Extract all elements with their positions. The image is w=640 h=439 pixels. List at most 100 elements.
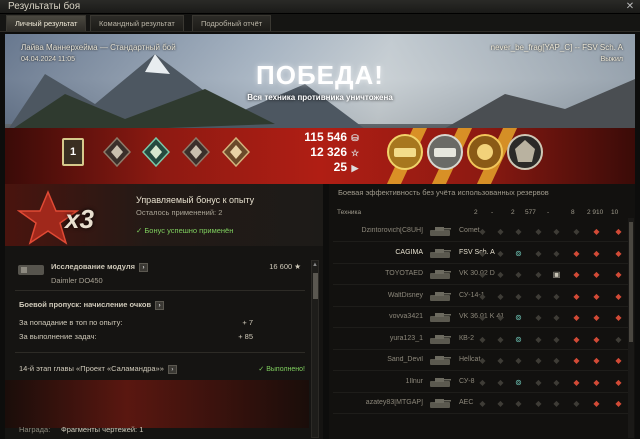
- empty-stat-icon[interactable]: ◆: [533, 355, 544, 366]
- col-header[interactable]: 8: [571, 209, 575, 216]
- award-gold-icon[interactable]: [464, 131, 506, 173]
- damage-icon[interactable]: ◆: [613, 312, 624, 323]
- empty-stat-icon[interactable]: ◆: [477, 355, 488, 366]
- damage-icon[interactable]: ◆: [591, 291, 602, 302]
- spot-icon[interactable]: ▣: [551, 269, 562, 280]
- col-header[interactable]: 2 910: [587, 209, 603, 216]
- damage-icon[interactable]: ◆: [591, 398, 602, 409]
- scroll-thumb[interactable]: [629, 222, 633, 342]
- col-header[interactable]: -: [547, 209, 549, 216]
- details-scrollbar[interactable]: ▲: [311, 260, 319, 438]
- damage-icon[interactable]: ◆: [613, 398, 624, 409]
- tab-detailed-report[interactable]: Подробный отчёт: [192, 15, 272, 31]
- empty-stat-icon[interactable]: ◆: [495, 377, 506, 388]
- empty-stat-icon[interactable]: ◆: [477, 398, 488, 409]
- empty-stat-icon[interactable]: ◆: [571, 398, 582, 409]
- damage-icon[interactable]: ◆: [571, 377, 582, 388]
- empty-stat-icon[interactable]: ◆: [477, 291, 488, 302]
- table-row[interactable]: TOYOTAED VK 30.02 D ◆ ◆ ◆ ◆ ▣ ◆ ◆ ◆: [333, 264, 629, 285]
- assist-icon[interactable]: ⊚: [513, 312, 524, 323]
- empty-stat-icon[interactable]: ◆: [533, 226, 544, 237]
- assist-icon[interactable]: ⊚: [513, 377, 524, 388]
- table-row[interactable]: CAGIMA FSV Sch. A ◆ ◆ ⊚ ◆ ◆ ◆ ◆ ◆: [333, 243, 629, 264]
- empty-stat-icon[interactable]: ◆: [477, 312, 488, 323]
- table-row[interactable]: 1Ilnur СУ-8 ◆ ◆ ⊚ ◆ ◆ ◆ ◆ ◆: [333, 372, 629, 393]
- damage-icon[interactable]: ◆: [613, 355, 624, 366]
- empty-stat-icon[interactable]: ◆: [533, 377, 544, 388]
- col-header[interactable]: -: [491, 209, 493, 216]
- damage-icon[interactable]: ◆: [613, 269, 624, 280]
- tab-personal-result[interactable]: Личный результат: [6, 15, 87, 31]
- empty-stat-icon[interactable]: ◆: [551, 226, 562, 237]
- empty-stat-icon[interactable]: ◆: [551, 377, 562, 388]
- damage-icon[interactable]: ◆: [591, 355, 602, 366]
- damage-icon[interactable]: ◆: [591, 312, 602, 323]
- award-mastery-icon[interactable]: [504, 131, 546, 173]
- medal-icon[interactable]: [103, 137, 131, 167]
- award-silver-icon[interactable]: [424, 131, 466, 173]
- scroll-thumb[interactable]: [313, 273, 318, 299]
- damage-icon[interactable]: ◆: [571, 355, 582, 366]
- assist-icon[interactable]: ⊚: [513, 334, 524, 345]
- empty-stat-icon[interactable]: ◆: [513, 398, 524, 409]
- scroll-up-icon[interactable]: ▲: [312, 262, 318, 268]
- damage-icon[interactable]: ◆: [591, 334, 602, 345]
- table-row[interactable]: Dzintorovich[C8UH] Comet ◆ ◆ ◆ ◆ ◆ ◆ ◆ ◆: [333, 221, 629, 242]
- assist-icon[interactable]: ⊚: [513, 248, 524, 259]
- damage-icon[interactable]: ◆: [613, 226, 624, 237]
- damage-icon[interactable]: ◆: [571, 334, 582, 345]
- team-scrollbar[interactable]: [628, 218, 634, 438]
- table-row[interactable]: Sand_Devil Hellcat ◆ ◆ ◆ ◆ ◆ ◆ ◆ ◆: [333, 350, 629, 371]
- damage-icon[interactable]: ◆: [571, 269, 582, 280]
- empty-stat-icon[interactable]: ◆: [495, 226, 506, 237]
- empty-stat-icon[interactable]: ◆: [495, 291, 506, 302]
- table-row[interactable]: azatey83[MTGAP] AEC ◆ ◆ ◆ ◆ ◆ ◆ ◆ ◆: [333, 393, 629, 414]
- empty-stat-icon[interactable]: ◆: [533, 291, 544, 302]
- empty-stat-icon[interactable]: ◆: [551, 312, 562, 323]
- team-place-badge[interactable]: 1: [62, 138, 84, 166]
- award-ace-icon[interactable]: [384, 131, 426, 173]
- col-header[interactable]: 10: [611, 209, 618, 216]
- empty-stat-icon[interactable]: ◆: [513, 269, 524, 280]
- table-row[interactable]: WaltDisney СУ-14-1 ◆ ◆ ◆ ◆ ◆ ◆ ◆ ◆: [333, 286, 629, 307]
- empty-stat-icon[interactable]: ◆: [533, 334, 544, 345]
- damage-icon[interactable]: ◆: [571, 312, 582, 323]
- empty-stat-icon[interactable]: ◆: [495, 248, 506, 259]
- battlepass-button[interactable]: ›: [155, 300, 165, 310]
- empty-stat-icon[interactable]: ◆: [513, 355, 524, 366]
- col-header[interactable]: 577: [525, 209, 536, 216]
- stage-button[interactable]: ›: [167, 364, 177, 374]
- empty-stat-icon[interactable]: ◆: [551, 355, 562, 366]
- empty-stat-icon[interactable]: ◆: [533, 312, 544, 323]
- damage-icon[interactable]: ◆: [591, 226, 602, 237]
- empty-stat-icon[interactable]: ◆: [513, 226, 524, 237]
- tab-team-result[interactable]: Командный результат: [90, 15, 184, 31]
- damage-icon[interactable]: ◆: [613, 291, 624, 302]
- col-tank-header[interactable]: Техника: [337, 209, 361, 216]
- empty-stat-icon[interactable]: ◆: [551, 398, 562, 409]
- medal-icon[interactable]: [142, 137, 170, 167]
- empty-stat-icon[interactable]: ◆: [495, 269, 506, 280]
- empty-stat-icon[interactable]: ◆: [495, 312, 506, 323]
- empty-stat-icon[interactable]: ◆: [551, 248, 562, 259]
- module-details-button[interactable]: ›: [139, 262, 148, 272]
- empty-stat-icon[interactable]: ◆: [477, 269, 488, 280]
- details-list[interactable]: Исследование модуля › Daimler DO450 16 60…: [5, 252, 309, 439]
- damage-icon[interactable]: ◆: [591, 269, 602, 280]
- empty-stat-icon[interactable]: ◆: [513, 291, 524, 302]
- empty-stat-icon[interactable]: ◆: [477, 377, 488, 388]
- empty-stat-icon[interactable]: ◆: [477, 248, 488, 259]
- empty-stat-icon[interactable]: ◆: [551, 291, 562, 302]
- empty-stat-icon[interactable]: ◆: [495, 334, 506, 345]
- medal-icon[interactable]: [222, 137, 250, 167]
- col-header[interactable]: 2: [474, 209, 478, 216]
- empty-stat-icon[interactable]: ◆: [533, 398, 544, 409]
- empty-stat-icon[interactable]: ◆: [551, 334, 562, 345]
- col-header[interactable]: 2: [511, 209, 515, 216]
- damage-icon[interactable]: ◆: [613, 377, 624, 388]
- empty-stat-icon[interactable]: ◆: [495, 355, 506, 366]
- table-row[interactable]: yura123_1 КВ-2 ◆ ◆ ⊚ ◆ ◆ ◆ ◆ ◆: [333, 329, 629, 350]
- empty-stat-icon[interactable]: ◆: [477, 334, 488, 345]
- damage-icon[interactable]: ◆: [591, 248, 602, 259]
- empty-stat-icon[interactable]: ◆: [571, 226, 582, 237]
